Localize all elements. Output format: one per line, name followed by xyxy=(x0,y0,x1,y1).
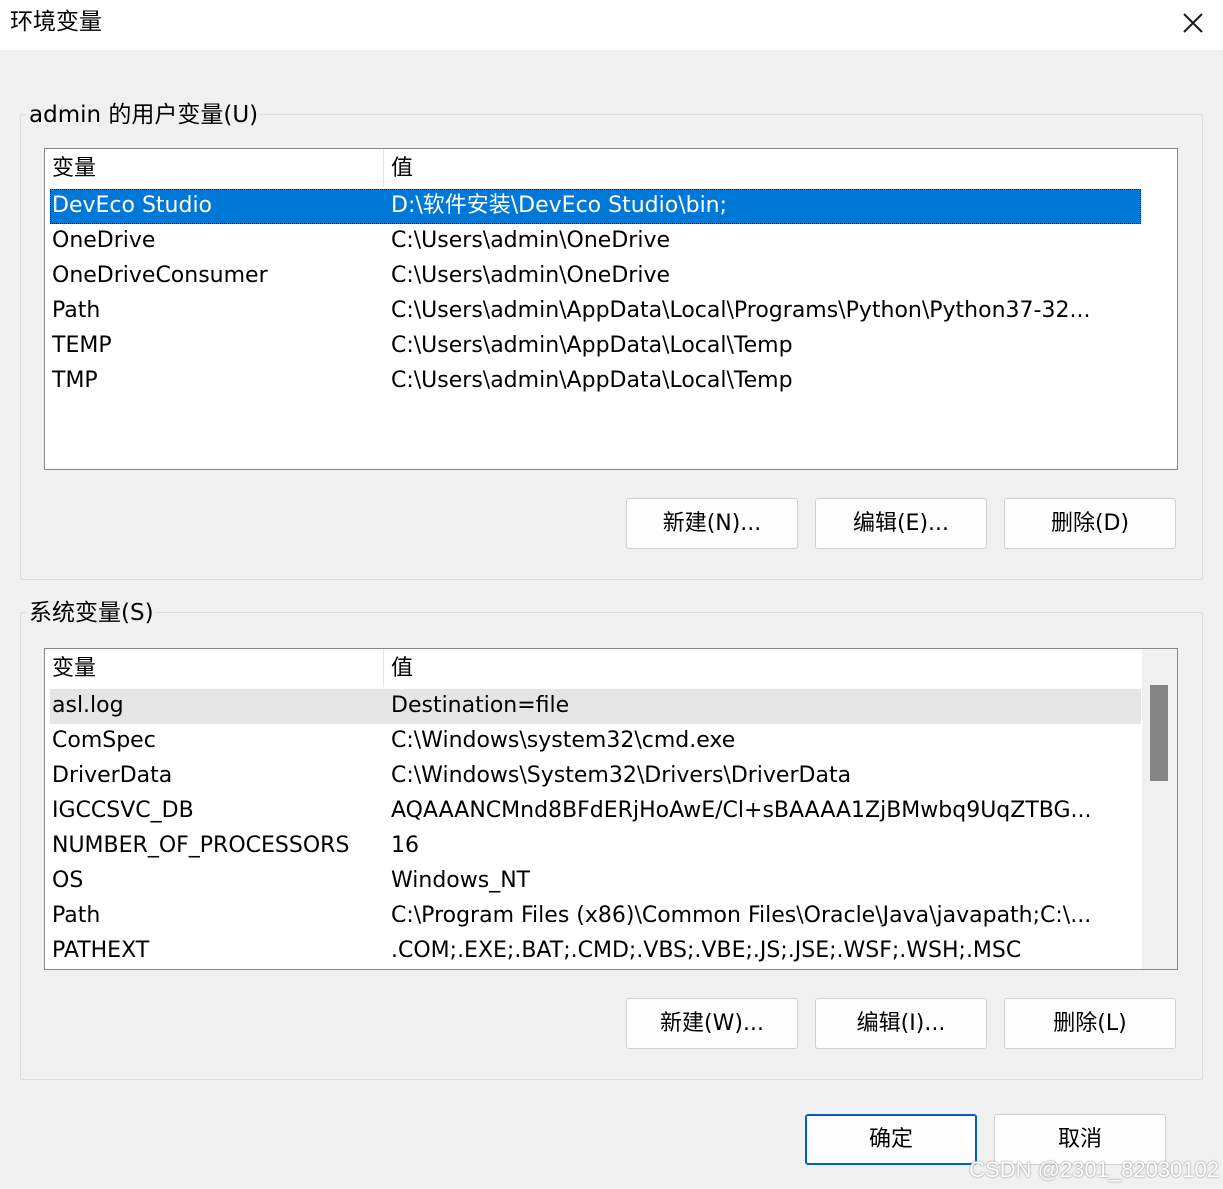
variable-name: ComSpec xyxy=(52,728,156,753)
variable-value: C:\Program Files (x86)\Common Files\Orac… xyxy=(391,903,1092,928)
list-item[interactable]: DriverData C:\Windows\System32\Drivers\Dr… xyxy=(50,759,1141,794)
column-divider[interactable] xyxy=(383,649,384,687)
variable-value: D:\软件安装\DevEco Studio\bin; xyxy=(391,193,728,218)
system-new-button[interactable]: 新建(W)... xyxy=(626,998,798,1049)
system-variables-list[interactable]: 变量 值 asl.log Destination=file ComSpec C:\Wi… xyxy=(44,648,1178,970)
variable-name: TEMP xyxy=(52,333,112,358)
variable-value: C:\Users\admin\AppData\Local\Temp xyxy=(391,368,793,393)
variable-value: C:\Users\admin\AppData\Local\Temp xyxy=(391,333,793,358)
variable-value: Destination=file xyxy=(391,693,570,718)
variable-name: DevEco Studio xyxy=(52,193,213,218)
variable-value: .COM;.EXE;.BAT;.CMD;.VBS;.VBE;.JS;.JSE;.… xyxy=(391,938,1022,963)
list-item[interactable]: DevEco Studio D:\软件安装\DevEco Studio\bin; xyxy=(50,189,1141,224)
list-item[interactable]: IGCCSVC_DB AQAAANCMnd8BFdERjHoAwE/Cl+sBAA… xyxy=(50,794,1141,829)
variable-name: OS xyxy=(52,868,84,893)
close-icon xyxy=(1183,13,1203,33)
column-header-value[interactable]: 值 xyxy=(391,655,413,683)
environment-variables-dialog: 环境变量 admin 的用户变量(U) 变量 值 DevEco Studio D:… xyxy=(0,0,1223,1189)
ok-button[interactable]: 确定 xyxy=(805,1114,977,1165)
column-header-value[interactable]: 值 xyxy=(391,155,413,183)
variable-name: Path xyxy=(52,903,101,928)
close-button[interactable] xyxy=(1163,0,1223,46)
title-bar: 环境变量 xyxy=(0,0,1223,50)
variable-name: DriverData xyxy=(52,763,173,788)
window-title: 环境变量 xyxy=(10,9,102,35)
list-item[interactable]: Path C:\Program Files (x86)\Common Files\… xyxy=(50,899,1141,934)
watermark: CSDN @2301_82030102 xyxy=(969,1157,1219,1182)
list-header: 变量 值 xyxy=(45,649,1140,687)
scrollbar-thumb[interactable] xyxy=(1150,685,1168,781)
user-variables-title: admin 的用户变量(U) xyxy=(27,100,261,130)
list-item[interactable]: ComSpec C:\Windows\system32\cmd.exe xyxy=(50,724,1141,759)
variable-name: PATHEXT xyxy=(52,938,150,963)
user-delete-button[interactable]: 删除(D) xyxy=(1004,498,1176,549)
variable-name: Path xyxy=(52,298,101,323)
list-item[interactable]: Path C:\Users\admin\AppData\Local\Program… xyxy=(50,294,1141,329)
system-delete-button[interactable]: 删除(L) xyxy=(1004,998,1176,1049)
list-item[interactable]: OS Windows_NT xyxy=(50,864,1141,899)
column-divider[interactable] xyxy=(383,149,384,187)
user-edit-button[interactable]: 编辑(E)... xyxy=(815,498,987,549)
column-header-variable[interactable]: 变量 xyxy=(52,155,96,183)
variable-name: NUMBER_OF_PROCESSORS xyxy=(52,833,350,858)
list-item[interactable]: asl.log Destination=file xyxy=(50,689,1141,724)
variable-value: C:\Users\admin\OneDrive xyxy=(391,228,670,253)
variable-name: OneDriveConsumer xyxy=(52,263,268,288)
list-item[interactable]: NUMBER_OF_PROCESSORS 16 xyxy=(50,829,1141,864)
list-item[interactable]: TEMP C:\Users\admin\AppData\Local\Temp xyxy=(50,329,1141,364)
variable-name: asl.log xyxy=(52,693,124,718)
list-item[interactable]: OneDriveConsumer C:\Users\admin\OneDrive xyxy=(50,259,1141,294)
system-variables-title: 系统变量(S) xyxy=(27,598,156,628)
variable-name: IGCCSVC_DB xyxy=(52,798,194,823)
variable-name: OneDrive xyxy=(52,228,156,253)
vertical-scrollbar[interactable] xyxy=(1142,649,1177,969)
user-variables-list[interactable]: 变量 值 DevEco Studio D:\软件安装\DevEco Studio\… xyxy=(44,148,1178,470)
list-item[interactable]: PATHEXT .COM;.EXE;.BAT;.CMD;.VBS;.VBE;.JS… xyxy=(50,934,1141,969)
variable-name: TMP xyxy=(52,368,98,393)
variable-value: C:\Users\admin\AppData\Local\Programs\Py… xyxy=(391,298,1091,323)
list-item[interactable]: TMP C:\Users\admin\AppData\Local\Temp xyxy=(50,364,1141,399)
list-item[interactable]: OneDrive C:\Users\admin\OneDrive xyxy=(50,224,1141,259)
list-header: 变量 值 xyxy=(45,149,1140,187)
column-header-variable[interactable]: 变量 xyxy=(52,655,96,683)
variable-value: C:\Windows\system32\cmd.exe xyxy=(391,728,736,753)
variable-value: C:\Windows\System32\Drivers\DriverData xyxy=(391,763,852,788)
variable-value: Windows_NT xyxy=(391,868,531,893)
system-edit-button[interactable]: 编辑(I)... xyxy=(815,998,987,1049)
variable-value: 16 xyxy=(391,833,419,858)
variable-value: C:\Users\admin\OneDrive xyxy=(391,263,670,288)
variable-value: AQAAANCMnd8BFdERjHoAwE/Cl+sBAAAA1ZjBMwbq… xyxy=(391,798,1092,823)
user-new-button[interactable]: 新建(N)... xyxy=(626,498,798,549)
